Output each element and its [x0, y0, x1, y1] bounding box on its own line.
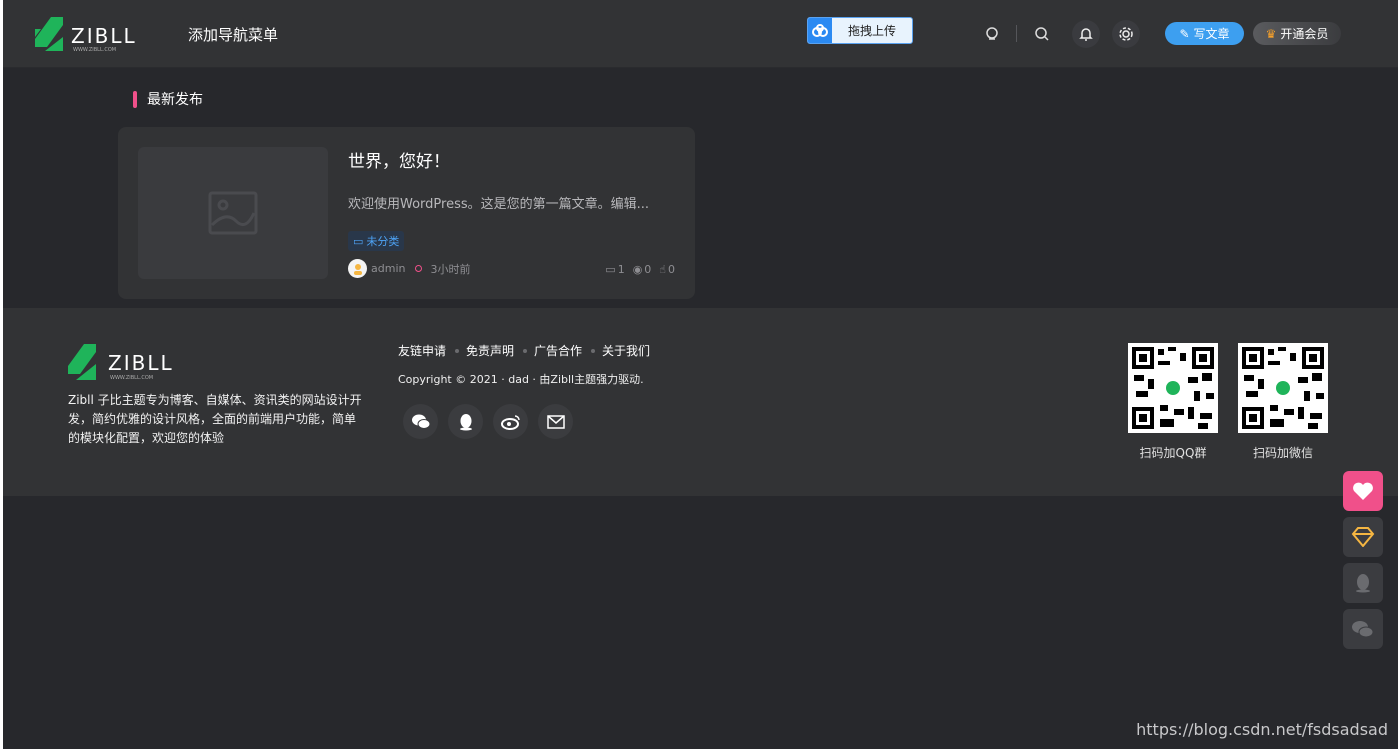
cloud-icon	[808, 18, 832, 43]
avatar[interactable]	[348, 259, 367, 278]
category-tag[interactable]: ▭ 未分类	[348, 231, 405, 251]
post-meta: admin 3小时前	[348, 259, 470, 278]
wechat-label: 扫码加微信	[1252, 446, 1313, 460]
vip-float-button[interactable]	[1343, 517, 1383, 557]
section-accent-bar	[133, 90, 137, 108]
nav-add-menu-link[interactable]: 添加导航菜单	[188, 24, 278, 45]
gear-icon	[1119, 27, 1133, 41]
link-separator	[455, 348, 460, 353]
email-button[interactable]	[538, 404, 573, 439]
favorite-float-button[interactable]	[1343, 471, 1383, 511]
view-stat: ◉ 0	[632, 263, 652, 276]
weibo-button[interactable]	[493, 404, 528, 439]
top-header: ZIBLL WWW.ZIBLL.COM 添加导航菜单 拖拽上传 ✎ 写文章 ♛ …	[3, 0, 1398, 68]
svg-text:WWW.ZIBLL.COM: WWW.ZIBLL.COM	[110, 375, 153, 381]
eye-icon: ◉	[632, 263, 643, 276]
post-excerpt: 欢迎使用WordPress。这是您的第一篇文章。编辑...	[348, 197, 650, 212]
post-time: 3小时前	[430, 262, 471, 276]
vip-button[interactable]: ♛ 开通会员	[1253, 22, 1341, 45]
settings-button[interactable]	[1112, 20, 1140, 48]
qq-float-button[interactable]	[1343, 563, 1383, 603]
site-logo[interactable]: ZIBLL WWW.ZIBLL.COM	[33, 15, 153, 55]
category-label: 未分类	[366, 235, 400, 248]
crown-icon: ♛	[1265, 26, 1277, 41]
folder-icon: ▭	[353, 234, 364, 248]
qq-group-label: 扫码加QQ群	[1139, 446, 1207, 460]
footer-description: Zibll 子比主题专为博客、自媒体、资讯类的网站设计开发，简约优雅的设计风格，…	[68, 393, 362, 445]
svg-text:WWW.ZIBLL.COM: WWW.ZIBLL.COM	[73, 47, 116, 53]
footer-logo: ZIBLL WWW.ZIBLL.COM	[66, 342, 196, 384]
weibo-icon	[500, 414, 520, 430]
author-name[interactable]: admin	[371, 262, 405, 275]
thumb-up-icon: ☝	[659, 263, 666, 276]
qq-button[interactable]	[448, 404, 483, 439]
site-footer: ZIBLL WWW.ZIBLL.COM Zibll 子比主题专为博客、自媒体、资…	[3, 308, 1398, 496]
qq-group-qrcode	[1128, 343, 1218, 433]
theme-toggle-button[interactable]	[978, 20, 1006, 48]
footer-links: 友链申请 免责声明 广告合作 关于我们	[398, 342, 650, 359]
heart-icon	[1353, 482, 1373, 500]
wechat-icon	[411, 414, 430, 429]
like-stat: ☝ 0	[659, 263, 675, 276]
footer-link[interactable]: 免责声明	[466, 342, 514, 359]
social-links	[403, 404, 573, 439]
bulb-icon	[986, 27, 998, 40]
qq-icon	[459, 413, 472, 430]
post-card[interactable]: 世界，您好！ 欢迎使用WordPress。这是您的第一篇文章。编辑... ▭ 未…	[118, 127, 695, 299]
header-divider	[1016, 25, 1017, 42]
wechat-float-button[interactable]	[1343, 609, 1383, 649]
vip-label: 开通会员	[1280, 27, 1329, 41]
comment-stat: ▭ 1	[605, 263, 625, 276]
link-separator	[591, 348, 596, 353]
post-thumbnail[interactable]	[138, 147, 328, 279]
footer-link[interactable]: 广告合作	[534, 342, 582, 359]
section-heading: 最新发布	[133, 89, 203, 109]
notification-button[interactable]	[1072, 20, 1100, 48]
section-title: 最新发布	[147, 92, 203, 108]
watermark-url: https://blog.csdn.net/fsdsadsad	[1136, 720, 1388, 739]
svg-text:ZIBLL: ZIBLL	[71, 24, 137, 48]
copyright: Copyright © 2021 · dad · 由Zibll主题强力驱动.	[398, 373, 644, 386]
upload-label: 拖拽上传	[847, 24, 896, 38]
search-button[interactable]	[1028, 20, 1056, 48]
diamond-icon	[1351, 527, 1375, 547]
bell-icon	[1079, 28, 1093, 41]
svg-text:ZIBLL: ZIBLL	[108, 351, 174, 375]
qq-icon	[1356, 574, 1370, 593]
wechat-button[interactable]	[403, 404, 438, 439]
post-title[interactable]: 世界，您好！	[348, 147, 450, 172]
footer-link[interactable]: 友链申请	[398, 342, 446, 359]
link-separator	[523, 348, 528, 353]
write-label: 写文章	[1193, 27, 1230, 41]
meta-dot	[415, 265, 423, 272]
wechat-qrcode	[1238, 343, 1328, 433]
pencil-icon: ✎	[1179, 26, 1190, 41]
wechat-icon	[1352, 621, 1374, 638]
comment-icon: ▭	[605, 263, 616, 276]
mail-icon	[546, 414, 565, 429]
write-article-button[interactable]: ✎ 写文章	[1165, 22, 1244, 45]
search-icon	[1035, 27, 1049, 41]
post-stats: ▭ 1 ◉ 0 ☝ 0	[605, 263, 675, 276]
image-placeholder-icon	[208, 191, 258, 235]
drag-upload-button[interactable]: 拖拽上传	[807, 17, 913, 44]
footer-link[interactable]: 关于我们	[602, 342, 650, 359]
